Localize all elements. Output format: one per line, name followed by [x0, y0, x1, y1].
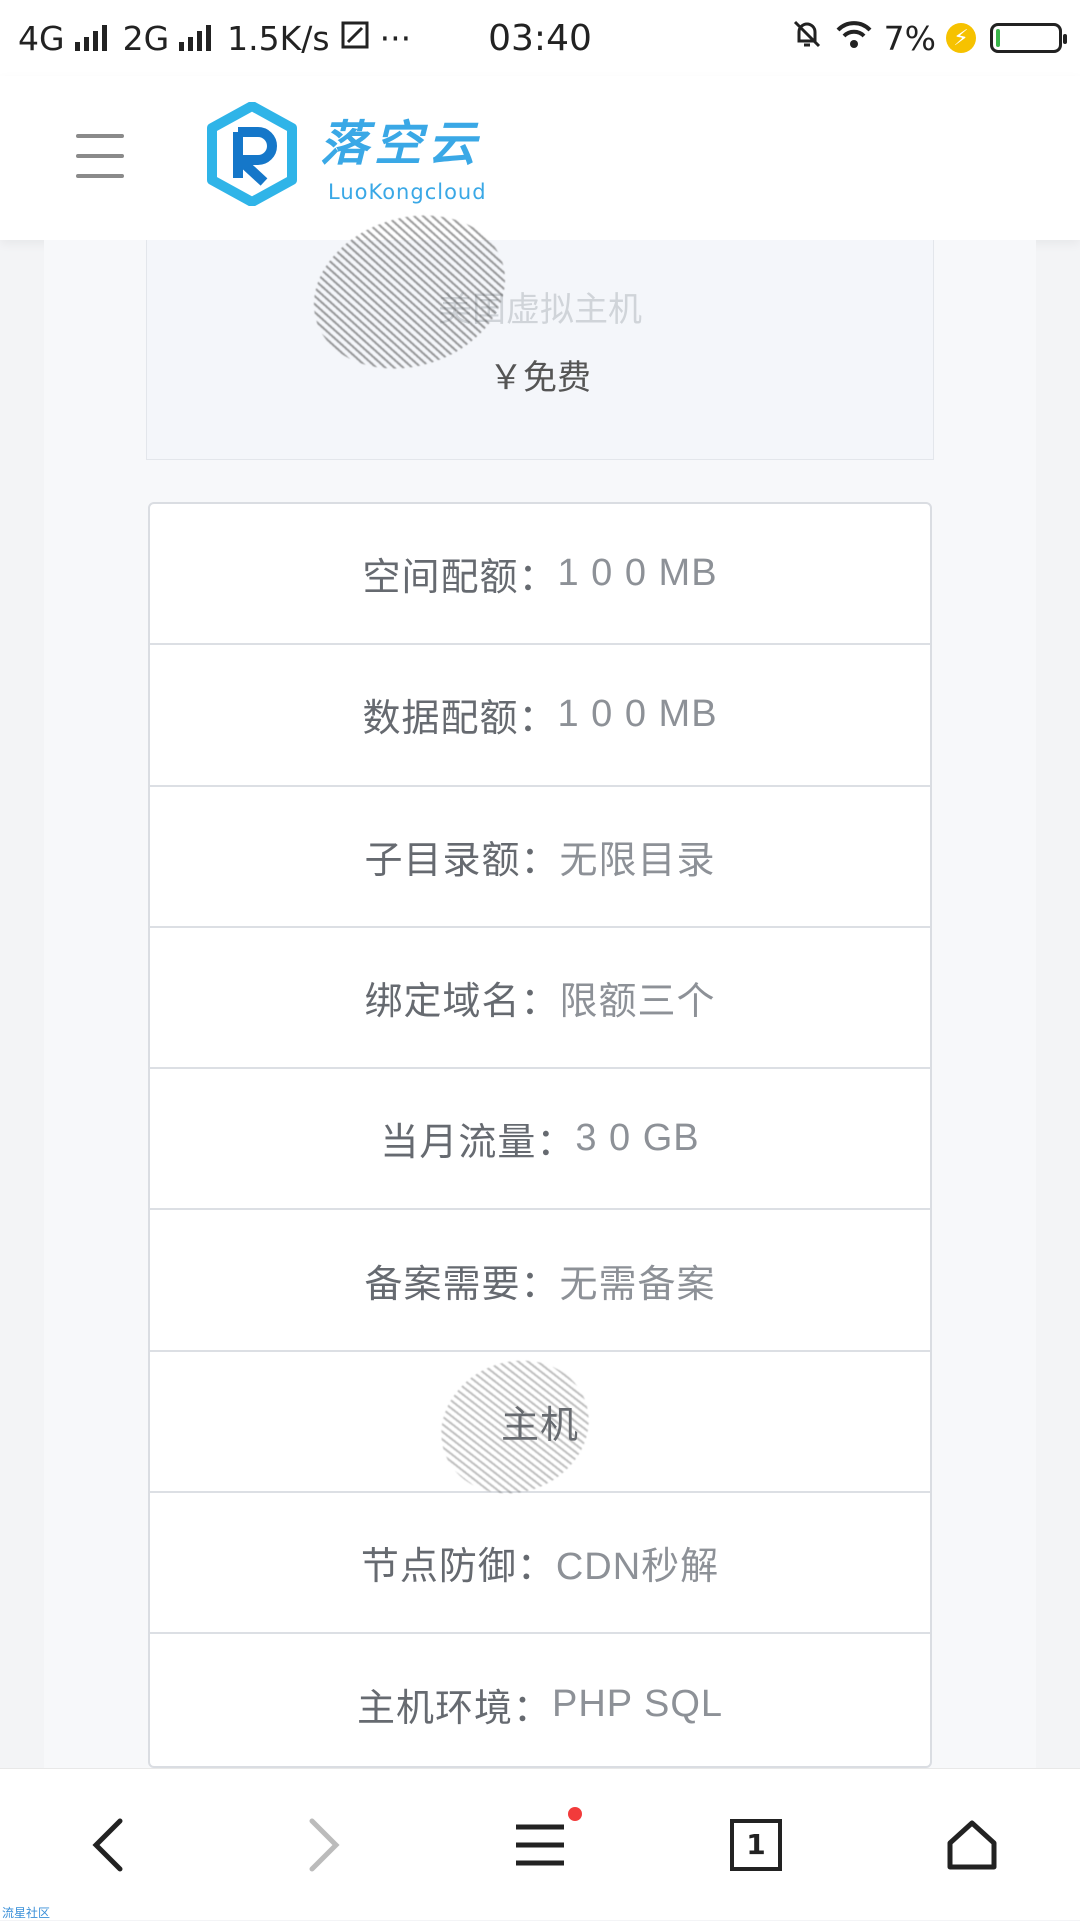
charging-bolt-icon: ⚡	[946, 23, 976, 53]
chevron-left-icon	[92, 1818, 123, 1871]
spec-value: PHP SQL	[551, 1682, 724, 1725]
network-type-1: 4G	[18, 18, 65, 58]
tabs-button[interactable]: 1	[696, 1785, 816, 1905]
more-icon: ···	[379, 18, 412, 58]
spec-row: 当月流量： 3 0 GB	[150, 1069, 930, 1211]
screenshot-icon	[340, 19, 370, 58]
logo-title: 落空云	[320, 116, 483, 172]
spec-label: 节点防御：	[360, 1544, 556, 1589]
spec-label: 主机环境：	[356, 1685, 552, 1730]
spec-label: 备案需要：	[364, 1261, 560, 1306]
forward-button[interactable]	[264, 1785, 384, 1905]
spec-value: 无需备案	[559, 1263, 716, 1306]
spec-value: 1 0 0 MB	[557, 552, 718, 595]
battery-icon	[990, 23, 1067, 53]
spec-row: 主机环境： PHP SQL	[150, 1634, 930, 1766]
logo-mark-icon	[207, 102, 297, 206]
spec-row: 绑定域名： 限额三个	[150, 928, 930, 1070]
mute-bell-icon	[790, 17, 824, 59]
spec-row: 子目录额： 无限目录	[150, 787, 930, 928]
watermark: 流星社区	[2, 1906, 51, 1920]
spec-row: 空间配额： 1 0 0 MB	[150, 504, 930, 646]
spec-value: 无限目录	[559, 839, 716, 882]
signal-icon	[74, 25, 107, 51]
spec-value: 限额三个	[559, 981, 716, 1024]
logo-subtitle: LuoKongcloud	[328, 180, 487, 204]
spec-value: 1 0 0 MB	[557, 693, 718, 736]
hamburger-menu-icon[interactable]	[76, 134, 124, 178]
status-left: 4G 2G 1.5K/s ···	[18, 19, 411, 58]
spec-row: 节点防御： CDN秒解	[150, 1493, 930, 1635]
spec-value: CDN秒解	[555, 1546, 720, 1589]
site-header: 落空云 LuoKongcloud	[0, 76, 1080, 240]
notification-dot	[568, 1806, 582, 1821]
status-right: 7% ⚡	[790, 17, 1067, 59]
spec-label: 子目录额：	[364, 837, 560, 882]
battery-level	[996, 29, 1000, 47]
spec-label: 空间配额：	[362, 555, 558, 600]
spec-label: 当月流量：	[380, 1120, 576, 1165]
wifi-icon	[834, 18, 874, 58]
spec-label: 绑定域名：	[364, 979, 560, 1024]
spec-value: 3 0 GB	[575, 1117, 700, 1160]
status-bar: 4G 2G 1.5K/s ··· 03:40 7% ⚡	[0, 0, 1080, 76]
home-icon	[947, 1820, 997, 1869]
signal-icon-2	[179, 25, 212, 51]
back-button[interactable]	[48, 1785, 168, 1905]
battery-percent: 7%	[883, 18, 936, 58]
menu-icon	[516, 1824, 564, 1865]
spec-row: 备案需要： 无需备案	[150, 1210, 930, 1352]
browser-bottom-nav: 1	[0, 1768, 1080, 1920]
menu-button[interactable]	[480, 1785, 600, 1905]
network-type-2: 2G	[122, 18, 170, 58]
spec-label: 数据配额：	[362, 696, 558, 741]
product-price: ￥免费	[489, 358, 591, 398]
chevron-right-icon	[309, 1818, 340, 1871]
network-speed: 1.5K/s	[227, 18, 330, 58]
spec-label: 主机	[500, 1402, 579, 1447]
spec-row: 数据配额： 1 0 0 MB	[150, 645, 930, 787]
product-card: 美国虚拟主机 ￥免费	[146, 240, 934, 460]
product-name: 美国虚拟主机	[438, 290, 642, 330]
tab-count: 1	[730, 1818, 782, 1871]
spec-list: 空间配额： 1 0 0 MB 数据配额： 1 0 0 MB 子目录额： 无限目录 绑定域名：…	[148, 502, 932, 1768]
home-button[interactable]	[912, 1785, 1032, 1905]
spec-row: 主机	[150, 1352, 930, 1494]
